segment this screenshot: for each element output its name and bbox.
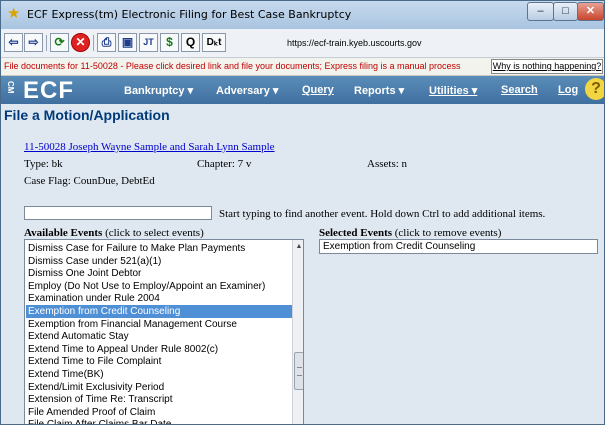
scroll-thumb[interactable] bbox=[294, 352, 303, 390]
info-message: File documents for 11-50028 - Please cli… bbox=[4, 61, 461, 71]
browser-window: ★ ECF Express(tm) Electronic Filing for … bbox=[0, 0, 605, 425]
title-bar: ★ ECF Express(tm) Electronic Filing for … bbox=[1, 1, 604, 29]
print-icon[interactable]: ⎙ bbox=[97, 33, 116, 52]
close-button[interactable]: ✕ bbox=[577, 2, 604, 21]
event-search-input[interactable] bbox=[24, 206, 212, 220]
selected-events-list[interactable]: Exemption from Credit Counseling bbox=[319, 239, 598, 254]
help-question-icon[interactable]: ? bbox=[585, 78, 604, 100]
stop-icon[interactable]: ✕ bbox=[71, 33, 90, 52]
thumb-grip-icon bbox=[297, 367, 302, 376]
event-list-item[interactable]: File Claim After Claims Bar Date bbox=[28, 418, 171, 424]
main-content: File a Motion/Application 11-50028 Josep… bbox=[1, 105, 604, 424]
event-list-item[interactable]: File Amended Proof of Claim bbox=[28, 406, 155, 419]
query-icon[interactable]: Q bbox=[181, 33, 200, 52]
search-hint: Start typing to find another event. Hold… bbox=[219, 208, 546, 220]
scroll-up-arrow-icon[interactable]: ▲ bbox=[293, 242, 303, 252]
case-assets: Assets: n bbox=[367, 158, 408, 170]
event-list-item[interactable]: Dismiss Case under 521(a)(1) bbox=[28, 255, 161, 268]
info-strip: File documents for 11-50028 - Please cli… bbox=[1, 58, 604, 76]
nav-query-link[interactable]: Query bbox=[302, 84, 334, 96]
event-list-item[interactable]: Exemption from Financial Management Cour… bbox=[28, 318, 237, 331]
case-chapter: Chapter: 7 v bbox=[197, 158, 252, 170]
jt-tool-icon[interactable]: JT bbox=[139, 33, 158, 52]
available-events-list[interactable]: Dismiss Case for Failure to Make Plan Pa… bbox=[24, 239, 304, 424]
available-events-note: (click to select events) bbox=[105, 227, 204, 239]
available-events-heading: Available Events (click to select events… bbox=[24, 227, 204, 239]
browser-toolbar: ⇦ ⇨ ⟳ ✕ ⎙ ▣ JT $ Q Dₖt https://ecf-train… bbox=[1, 29, 604, 58]
ecf-nav-bar: CM ECF Bankruptcy ▾ Adversary ▾ Query Re… bbox=[1, 76, 604, 104]
address-url[interactable]: https://ecf-train.kyeb.uscourts.gov bbox=[287, 38, 422, 48]
forward-arrow-icon[interactable]: ⇨ bbox=[24, 33, 43, 52]
docket-icon[interactable]: Dₖt bbox=[202, 33, 226, 52]
event-list-item[interactable]: Extension of Time Re: Transcript bbox=[28, 393, 173, 406]
selected-event-item[interactable]: Exemption from Credit Counseling bbox=[323, 241, 475, 252]
page-title: File a Motion/Application bbox=[4, 107, 170, 123]
nav-reports-menu[interactable]: Reports ▾ bbox=[354, 84, 404, 97]
toolbar-divider bbox=[46, 35, 47, 51]
event-list-item[interactable]: Extend/Limit Exclusivity Period bbox=[28, 381, 164, 394]
why-nothing-happening-button[interactable]: Why is nothing happening? bbox=[491, 59, 603, 74]
star-app-icon: ★ bbox=[7, 5, 21, 22]
minimize-button[interactable]: – bbox=[527, 2, 554, 21]
refresh-icon[interactable]: ⟳ bbox=[50, 33, 69, 52]
nav-search-link[interactable]: Search bbox=[501, 84, 538, 96]
selected-events-label: Selected Events bbox=[319, 227, 393, 239]
event-list-item[interactable]: Extend Automatic Stay bbox=[28, 330, 129, 343]
available-events-label: Available Events bbox=[24, 227, 103, 239]
cm-logo-mark: CM bbox=[6, 81, 15, 94]
window-title: ECF Express(tm) Electronic Filing for Be… bbox=[27, 8, 352, 21]
event-list-item[interactable]: Examination under Rule 2004 bbox=[28, 292, 160, 305]
event-list-item[interactable]: Extend Time to Appeal Under Rule 8002(c) bbox=[28, 343, 218, 356]
event-list-item[interactable]: Dismiss Case for Failure to Make Plan Pa… bbox=[28, 242, 245, 255]
selected-events-heading: Selected Events (click to remove events) bbox=[319, 227, 501, 239]
nav-adversary-menu[interactable]: Adversary ▾ bbox=[216, 84, 278, 97]
maximize-button[interactable]: □ bbox=[553, 2, 578, 21]
nav-utilities-menu[interactable]: Utilities ▾ bbox=[429, 84, 477, 97]
nav-logout-link[interactable]: Log bbox=[558, 84, 578, 96]
case-flag: Case Flag: CounDue, DebtEd bbox=[24, 175, 155, 187]
selected-events-note: (click to remove events) bbox=[394, 227, 502, 239]
case-type: Type: bk bbox=[24, 158, 63, 170]
event-list-item[interactable]: Dismiss One Joint Debtor bbox=[28, 267, 141, 280]
save-icon[interactable]: ▣ bbox=[118, 33, 137, 52]
ecf-logo: ECF bbox=[23, 77, 74, 104]
dollar-icon[interactable]: $ bbox=[160, 33, 179, 52]
case-number-link[interactable]: 11-50028 Joseph Wayne Sample and Sarah L… bbox=[24, 141, 275, 153]
event-list-item[interactable]: Employ (Do Not Use to Employ/Appoint an … bbox=[28, 280, 265, 293]
toolbar-divider bbox=[93, 35, 94, 51]
nav-bankruptcy-menu[interactable]: Bankruptcy ▾ bbox=[124, 84, 193, 97]
list-scrollbar[interactable]: ▲ bbox=[292, 240, 303, 424]
back-arrow-icon[interactable]: ⇦ bbox=[4, 33, 23, 52]
event-list-item[interactable]: Exemption from Credit Counseling bbox=[26, 305, 292, 318]
event-list-item[interactable]: Extend Time to File Complaint bbox=[28, 355, 161, 368]
event-list-item[interactable]: Extend Time(BK) bbox=[28, 368, 104, 381]
